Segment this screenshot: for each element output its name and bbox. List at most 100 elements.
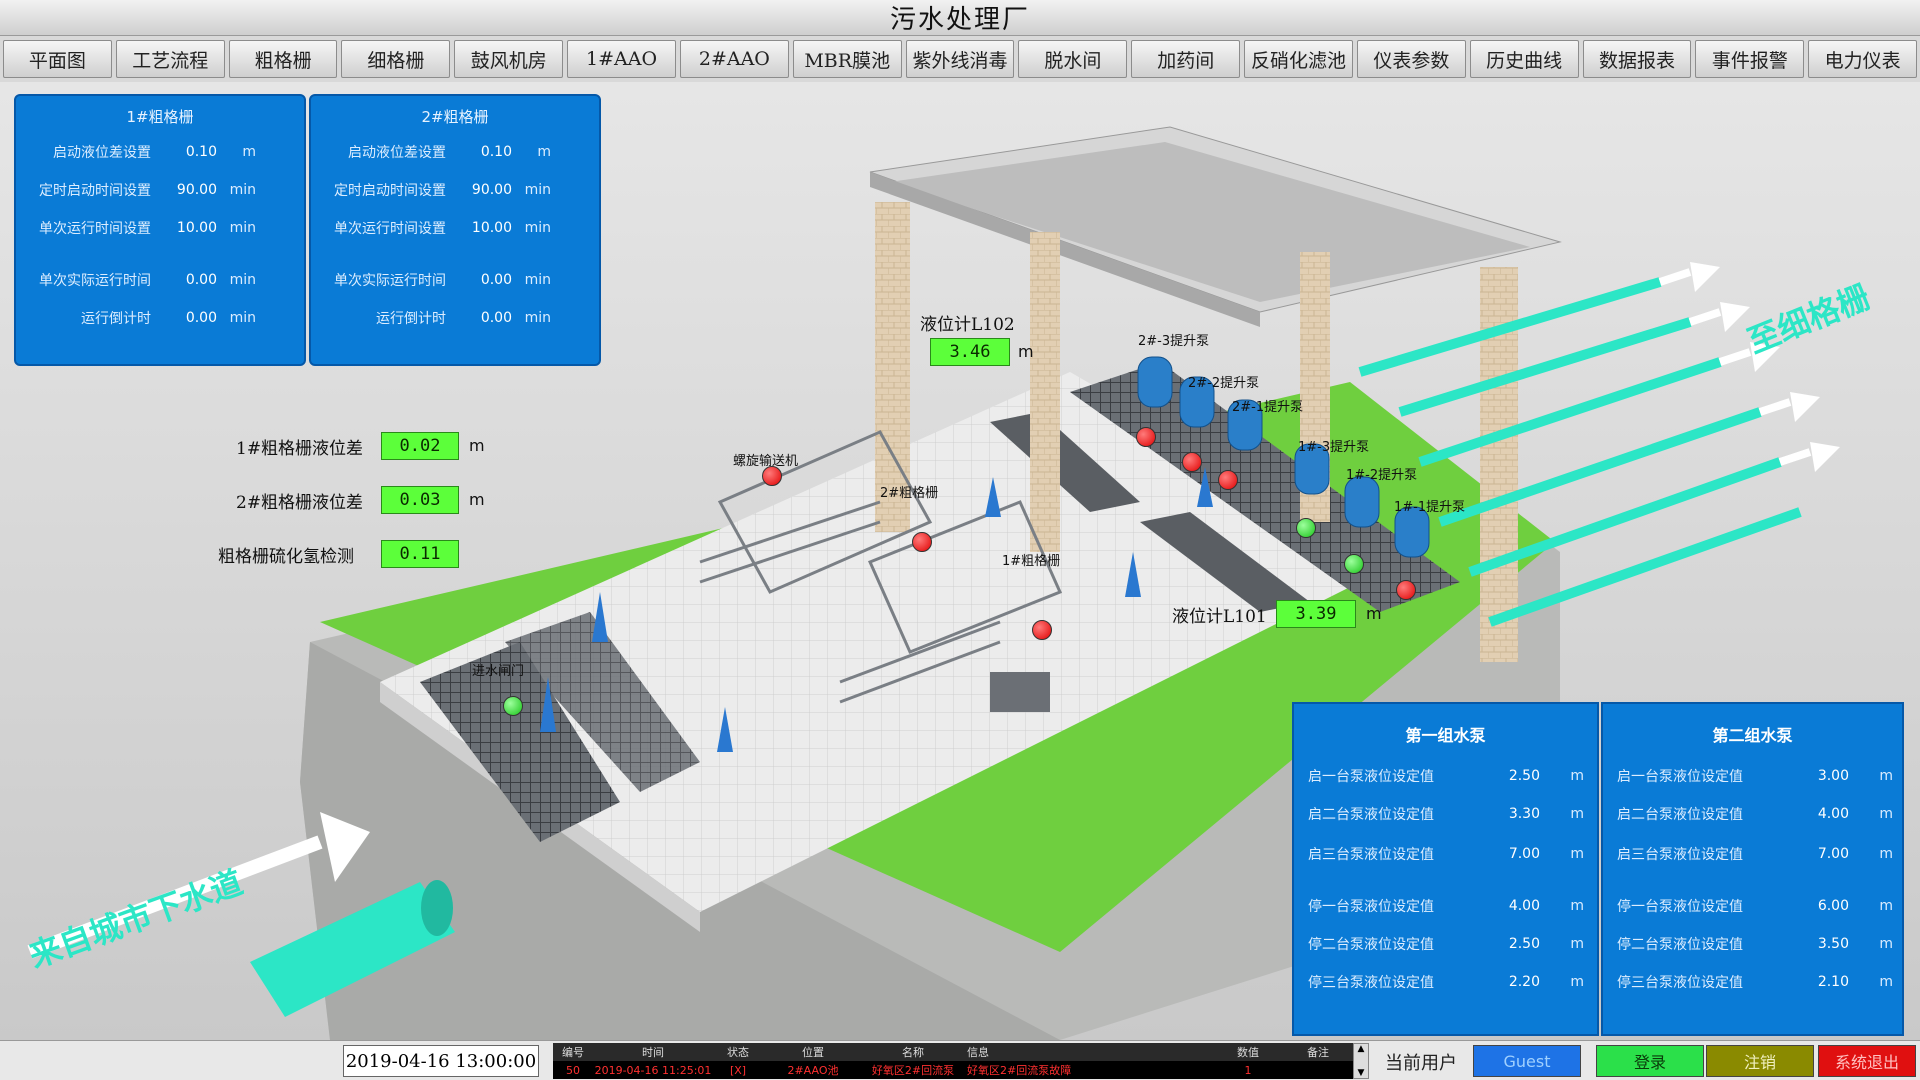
- login-button[interactable]: 登录: [1596, 1045, 1704, 1077]
- param-label: 启一台泵液位设定值: [1308, 769, 1434, 785]
- pump-group2-row: 启三台泵液位设定值 7.00 m: [1603, 844, 1902, 864]
- l102-unit: m: [1018, 342, 1034, 361]
- param-unit: m: [1570, 846, 1584, 862]
- pump-group2-row: 停一台泵液位设定值 6.00 m: [1603, 896, 1902, 916]
- nav-instrument[interactable]: 仪表参数: [1356, 40, 1466, 78]
- pump-1-1-status[interactable]: [1396, 580, 1416, 600]
- grid2-level-diff-value: 0.03: [381, 486, 459, 514]
- grid1-panel-title: 1#粗格栅: [126, 108, 194, 126]
- param-value[interactable]: 90.00: [446, 182, 516, 198]
- grid2-status[interactable]: [912, 532, 932, 552]
- inlet-gate-label: 进水闸门: [472, 664, 525, 679]
- nav-plan[interactable]: 平面图: [3, 40, 112, 78]
- param-value[interactable]: 2.10: [1773, 974, 1853, 990]
- param-value[interactable]: 3.30: [1464, 806, 1544, 822]
- param-label: 启三台泵液位设定值: [1617, 847, 1743, 863]
- col-header: 信息: [967, 1046, 989, 1059]
- param-label: 单次运行时间设置: [39, 221, 151, 237]
- param-value[interactable]: 2.20: [1464, 974, 1544, 990]
- param-value[interactable]: 7.00: [1773, 846, 1853, 862]
- grid2-row: 单次实际运行时间 0.00 min: [311, 270, 599, 290]
- scroll-down-icon[interactable]: ▼: [1358, 1068, 1365, 1078]
- pump-1-2-status[interactable]: [1344, 554, 1364, 574]
- scroll-up-icon[interactable]: ▲: [1358, 1044, 1365, 1054]
- param-label: 定时启动时间设置: [334, 183, 446, 199]
- nav-alarm[interactable]: 事件报警: [1695, 40, 1805, 78]
- nav-denitrify[interactable]: 反硝化滤池: [1244, 40, 1353, 78]
- h2s-label: 粗格栅硫化氢检测: [218, 547, 354, 567]
- nav-fine-grid[interactable]: 细格栅: [341, 40, 451, 78]
- param-value[interactable]: 2.50: [1464, 768, 1544, 784]
- param-unit: min: [524, 182, 551, 198]
- nav-coarse-grid[interactable]: 粗格栅: [228, 40, 338, 78]
- param-value[interactable]: 10.00: [446, 220, 516, 236]
- param-value[interactable]: 3.50: [1773, 936, 1853, 952]
- param-unit: min: [229, 310, 256, 326]
- param-value[interactable]: 4.00: [1773, 806, 1853, 822]
- nav-history[interactable]: 历史曲线: [1469, 40, 1579, 78]
- param-value[interactable]: 6.00: [1773, 898, 1853, 914]
- param-value[interactable]: 10.00: [151, 220, 221, 236]
- nav-process[interactable]: 工艺流程: [115, 40, 225, 78]
- pump-group2-row: 启一台泵液位设定值 3.00 m: [1603, 766, 1902, 786]
- pump-1-2-label: 1#-2提升泵: [1346, 468, 1418, 483]
- param-unit: min: [229, 182, 256, 198]
- param-value: 0.00: [480, 310, 512, 326]
- grid1-row: 启动液位差设置 0.10 m: [16, 142, 304, 162]
- param-value[interactable]: 90.00: [151, 182, 221, 198]
- param-label: 停三台泵液位设定值: [1617, 975, 1743, 991]
- param-value[interactable]: 7.00: [1464, 846, 1544, 862]
- nav-dosing[interactable]: 加药间: [1131, 40, 1241, 78]
- event-row[interactable]: 50 2019-04-16 11:25:01 [X] 2#AAO池 好氧区2#回…: [553, 1061, 1353, 1079]
- param-label: 停一台泵液位设定值: [1617, 899, 1743, 915]
- pump-2-2-status[interactable]: [1182, 452, 1202, 472]
- grid1-level-diff-unit: m: [469, 436, 485, 455]
- nav-power[interactable]: 电力仪表: [1808, 40, 1918, 78]
- param-value: 0.00: [480, 272, 512, 288]
- pump-group2-row: 停二台泵液位设定值 3.50 m: [1603, 934, 1902, 954]
- pump-1-1-label: 1#-1提升泵: [1394, 500, 1466, 515]
- param-unit: min: [524, 220, 551, 236]
- grid2-row: 单次运行时间设置 10.00 min: [311, 218, 599, 238]
- pump-group1-title: 第一组水泵: [1405, 726, 1486, 745]
- param-label: 单次实际运行时间: [39, 273, 151, 289]
- param-value[interactable]: 0.10: [151, 144, 221, 160]
- nav-aao2[interactable]: 2#AAO: [679, 40, 789, 78]
- pump-group2-panel: 第二组水泵 启一台泵液位设定值 3.00 m 启二台泵液位设定值 4.00 m …: [1601, 702, 1904, 1036]
- nav-uv[interactable]: 紫外线消毒: [905, 40, 1015, 78]
- nav-aao1[interactable]: 1#AAO: [567, 40, 676, 78]
- param-value[interactable]: 0.10: [446, 144, 516, 160]
- param-unit: min: [229, 220, 256, 236]
- col-header: 时间: [642, 1046, 664, 1059]
- screw-conveyor-status[interactable]: [762, 466, 782, 486]
- logout-button[interactable]: 注销: [1706, 1045, 1814, 1077]
- col-header: 数值: [1237, 1046, 1259, 1059]
- param-value[interactable]: 3.00: [1773, 768, 1853, 784]
- pump-2-3-status[interactable]: [1136, 427, 1156, 447]
- l101-unit: m: [1366, 604, 1382, 623]
- inlet-gate-status[interactable]: [503, 696, 523, 716]
- nav-mbr[interactable]: MBR膜池: [792, 40, 902, 78]
- grid2-level-diff-label: 2#粗格栅液位差: [236, 493, 364, 513]
- nav-blower[interactable]: 鼓风机房: [454, 40, 564, 78]
- nav-dewater[interactable]: 脱水间: [1018, 40, 1128, 78]
- grid1-panel: 1#粗格栅 启动液位差设置 0.10 m 定时启动时间设置 90.00 min …: [14, 94, 306, 366]
- param-label: 启一台泵液位设定值: [1617, 769, 1743, 785]
- param-label: 启动液位差设置: [348, 145, 446, 161]
- grid1-status[interactable]: [1032, 620, 1052, 640]
- pump-2-1-status[interactable]: [1218, 470, 1238, 490]
- grid1-row: 单次运行时间设置 10.00 min: [16, 218, 304, 238]
- param-value[interactable]: 2.50: [1464, 936, 1544, 952]
- exit-button[interactable]: 系统退出: [1818, 1045, 1916, 1077]
- l102-value: 3.46: [930, 338, 1010, 366]
- param-unit: m: [1879, 768, 1893, 784]
- event-cell: 好氧区2#回流泵: [871, 1064, 955, 1077]
- param-value[interactable]: 4.00: [1464, 898, 1544, 914]
- nav-report[interactable]: 数据报表: [1582, 40, 1692, 78]
- pump-group1-row: 启一台泵液位设定值 2.50 m: [1294, 766, 1597, 786]
- event-scrollbar[interactable]: ▲ ▼: [1353, 1043, 1369, 1079]
- event-table-header: 编号 时间 状态 位置 名称 信息 数值 备注: [553, 1043, 1353, 1061]
- plant-scene: 1#粗格栅 启动液位差设置 0.10 m 定时启动时间设置 90.00 min …: [0, 82, 1920, 1040]
- pump-1-3-status[interactable]: [1296, 518, 1316, 538]
- param-label: 停二台泵液位设定值: [1617, 937, 1743, 953]
